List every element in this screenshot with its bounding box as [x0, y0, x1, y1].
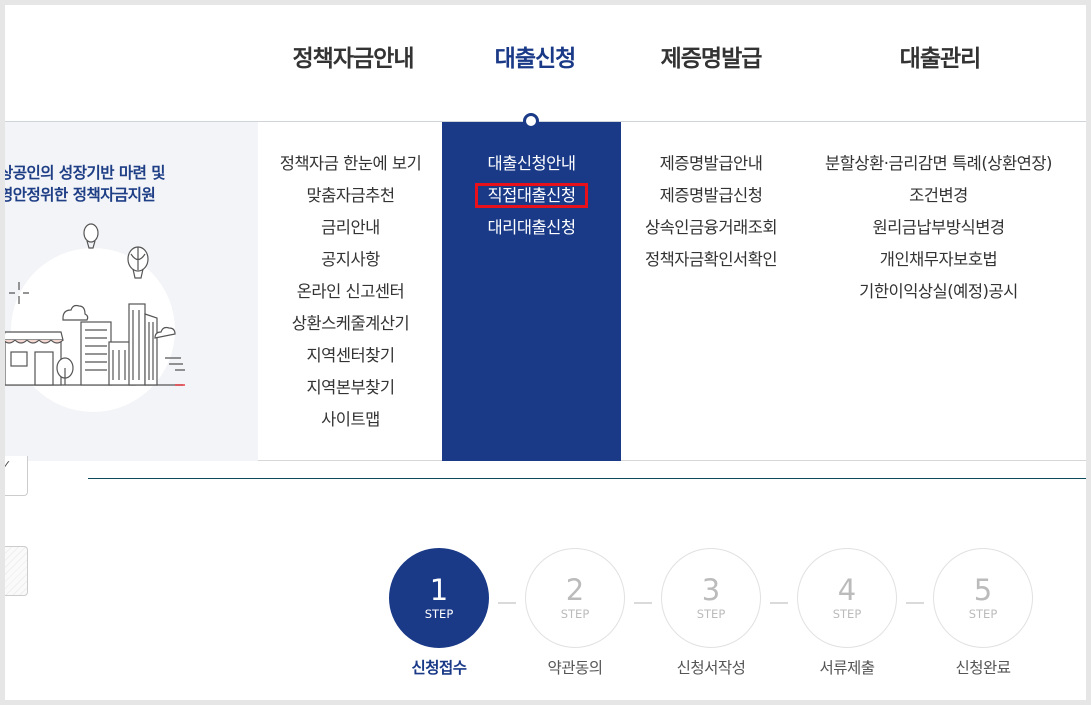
- menu-item-label: 제증명발급안내: [659, 154, 763, 173]
- menu-item-label: 사이트맵: [321, 410, 380, 429]
- menu-item-label: 정책자금 한눈에 보기: [279, 154, 422, 173]
- step-label: 서류제출: [819, 659, 875, 677]
- step-5: 5 STEP 신청완료: [932, 548, 1034, 678]
- menu-column-certificates: 제증명발급안내제증명발급신청상속인금융거래조회정책자금확인서확인: [621, 122, 801, 461]
- menu-column-loan-apply: 대출신청안내직접대출신청대리대출신청: [442, 122, 621, 461]
- menu-item-label: 대출신청안내: [487, 154, 576, 173]
- menu-item[interactable]: 기한이익상실(예정)공시: [801, 276, 1076, 308]
- step-number: 5: [973, 573, 993, 607]
- menu-item-label: 대리대출신청: [487, 218, 576, 237]
- menu-item-label: 직접대출신청: [475, 183, 588, 208]
- active-nav-indicator: [523, 113, 539, 129]
- step-indicator: 1 STEP 신청접수 2 STEP 약관동의 3 STEP 신청서작성 4 STEP 서류제출 5 ST…: [5, 548, 1086, 688]
- menu-item-label: 제증명발급신청: [659, 186, 763, 205]
- menu-item-label: 기한이익상실(예정)공시: [859, 282, 1018, 301]
- step-number: 3: [701, 573, 721, 607]
- menu-item-label: 분할상환·금리감면 특례(상환연장): [825, 154, 1052, 173]
- check-icon: ✓: [5, 458, 12, 471]
- step-sub-label: STEP: [424, 607, 454, 621]
- step-connector: [906, 602, 924, 604]
- step-label: 신청접수: [411, 659, 467, 677]
- menu-column-loan-management: 분할상환·금리감면 특례(상환연장) 조건변경원리금납부방식변경개인채무자보호법기…: [801, 122, 1076, 461]
- menu-item-label: 공지사항: [321, 250, 380, 269]
- step-circle: 5 STEP: [933, 548, 1033, 648]
- step-number: 4: [837, 573, 857, 607]
- nav-item-loan-management[interactable]: 대출관리: [885, 39, 995, 73]
- menu-item[interactable]: 조건변경: [801, 180, 1076, 212]
- promo-text-line1: 상공인의 성장기반 마련 및: [5, 164, 166, 182]
- step-circle: 3 STEP: [661, 548, 761, 648]
- mega-menu: 상공인의 성장기반 마련 및 영안정위한 정책자금지원 정책자금 한눈에 보기 …: [5, 121, 1086, 461]
- step-sub-label: STEP: [696, 607, 726, 621]
- menu-item-highlighted[interactable]: 직접대출신청: [442, 180, 621, 212]
- menu-item[interactable]: 대리대출신청: [442, 212, 621, 244]
- menu-list: 대출신청안내직접대출신청대리대출신청: [442, 122, 621, 244]
- promo-panel: 상공인의 성장기반 마련 및 영안정위한 정책자금지원: [5, 122, 258, 461]
- shop-icon: [5, 331, 64, 386]
- promo-text: 상공인의 성장기반 마련 및 영안정위한 정책자금지원: [5, 162, 166, 206]
- step-1: 1 STEP 신청접수: [388, 548, 490, 678]
- menu-item-label: 조건변경: [909, 186, 968, 205]
- menu-item-label: 정책자금확인서확인: [644, 250, 778, 269]
- promo-text-line2: 영안정위한 정책자금지원: [5, 186, 156, 204]
- nav-item-loan-apply[interactable]: 대출신청: [480, 39, 590, 73]
- step-number: 2: [565, 573, 585, 607]
- menu-item-label: 지역본부찾기: [306, 378, 395, 397]
- step-connector: [634, 602, 652, 604]
- menu-item[interactable]: 지역본부찾기: [258, 372, 443, 404]
- step-3: 3 STEP 신청서작성: [660, 548, 762, 678]
- menu-item-label: 원리금납부방식변경: [872, 218, 1005, 237]
- menu-item[interactable]: 온라인 신고센터: [258, 276, 443, 308]
- menu-list: 정책자금 한눈에 보기맞춤자금추천금리안내공지사항온라인 신고센터상환스케줄계산…: [258, 122, 443, 436]
- top-nav: 정책자금안내 대출신청 제증명발급 대출관리: [5, 5, 1086, 123]
- step-circle: 4 STEP: [797, 548, 897, 648]
- step-connector: [770, 602, 788, 604]
- menu-item-label: 온라인 신고센터: [296, 282, 405, 301]
- menu-item-label: 금리안내: [321, 218, 380, 237]
- menu-item-label: 상속인금융거래조회: [644, 218, 778, 237]
- city-illustration: [5, 223, 185, 412]
- nav-item-certificates[interactable]: 제증명발급: [651, 39, 771, 73]
- menu-item-label: 개인채무자보호법: [879, 250, 998, 269]
- menu-item[interactable]: 상환스케줄계산기: [258, 308, 443, 340]
- step-sub-label: STEP: [560, 607, 590, 621]
- nav-item-policy-fund[interactable]: 정책자금안내: [283, 39, 423, 73]
- menu-item[interactable]: 금리안내: [258, 212, 443, 244]
- menu-item[interactable]: 맞춤자금추천: [258, 180, 443, 212]
- step-connector: [498, 602, 516, 604]
- step-label: 약관동의: [547, 659, 603, 677]
- menu-item[interactable]: 정책자금 한눈에 보기: [258, 148, 443, 180]
- menu-item[interactable]: 대출신청안내: [442, 148, 621, 180]
- page-frame: 정책자금안내 대출신청 제증명발급 대출관리 상공인의 성장기반 마련 및 영안…: [5, 5, 1086, 700]
- menu-item[interactable]: 사이트맵: [258, 404, 443, 436]
- step-sub-label: STEP: [832, 607, 862, 621]
- step-circle: 1 STEP: [389, 548, 489, 648]
- menu-item[interactable]: 상속인금융거래조회: [621, 212, 801, 244]
- menu-column-policy-fund: 정책자금 한눈에 보기맞춤자금추천금리안내공지사항온라인 신고센터상환스케줄계산…: [258, 122, 443, 461]
- menu-item[interactable]: 제증명발급안내: [621, 148, 801, 180]
- menu-item[interactable]: 제증명발급신청: [621, 180, 801, 212]
- menu-list: 제증명발급안내제증명발급신청상속인금융거래조회정책자금확인서확인: [621, 122, 801, 276]
- menu-item-label: 상환스케줄계산기: [291, 314, 410, 333]
- step-sub-label: STEP: [968, 607, 998, 621]
- menu-item[interactable]: 원리금납부방식변경: [801, 212, 1076, 244]
- menu-item-label: 지역센터찾기: [306, 346, 395, 365]
- step-2: 2 STEP 약관동의: [524, 548, 626, 678]
- menu-list: 분할상환·금리감면 특례(상환연장) 조건변경원리금납부방식변경개인채무자보호법기…: [801, 122, 1076, 308]
- side-tab-check[interactable]: ✓: [5, 456, 28, 496]
- menu-item[interactable]: 공지사항: [258, 244, 443, 276]
- step-circle: 2 STEP: [525, 548, 625, 648]
- menu-item[interactable]: 분할상환·금리감면 특례(상환연장): [801, 148, 1076, 180]
- step-4: 4 STEP 서류제출: [796, 548, 898, 678]
- menu-item-label: 맞춤자금추천: [306, 186, 395, 205]
- step-label: 신청완료: [955, 659, 1011, 677]
- step-label: 신청서작성: [676, 659, 746, 677]
- step-number: 1: [429, 573, 449, 607]
- menu-item[interactable]: 개인채무자보호법: [801, 244, 1076, 276]
- section-divider: [88, 478, 1086, 479]
- menu-item[interactable]: 지역센터찾기: [258, 340, 443, 372]
- menu-item[interactable]: 정책자금확인서확인: [621, 244, 801, 276]
